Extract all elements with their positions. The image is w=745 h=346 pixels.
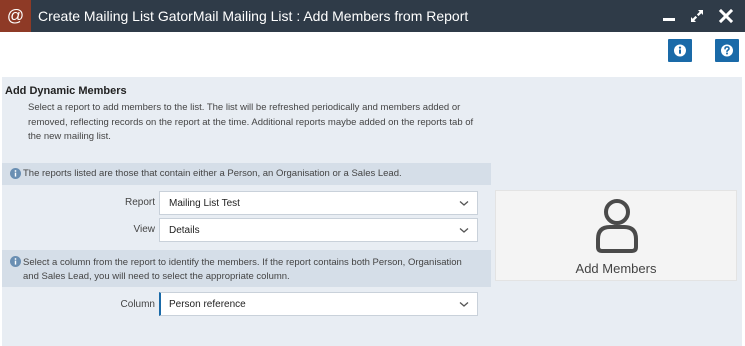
- column-label: Column: [120, 299, 155, 310]
- view-select[interactable]: Details: [159, 218, 478, 242]
- minimize-icon[interactable]: [661, 8, 677, 24]
- close-icon[interactable]: [718, 8, 734, 24]
- section-title: Add Dynamic Members: [5, 85, 127, 97]
- add-members-button[interactable]: Add Members: [495, 190, 737, 281]
- question-icon: [721, 44, 733, 57]
- window-titlebar: @ Create Mailing List GatorMail Mailing …: [0, 0, 745, 32]
- info-circle-icon: [10, 256, 21, 267]
- info-circle-icon: [10, 168, 21, 179]
- window-title: Create Mailing List GatorMail Mailing Li…: [38, 8, 469, 24]
- info-button[interactable]: [668, 39, 692, 62]
- report-select[interactable]: Mailing List Test: [159, 191, 478, 215]
- add-members-label: Add Members: [575, 261, 657, 276]
- column-select[interactable]: Person reference: [159, 292, 478, 316]
- section-description: Select a report to add members to the li…: [28, 102, 474, 142]
- view-label: View: [133, 224, 156, 235]
- help-button[interactable]: [715, 39, 739, 62]
- maximize-icon[interactable]: [689, 8, 705, 24]
- column-note-text: Select a column from the report to ident…: [23, 257, 462, 282]
- column-info-note: Select a column from the report to ident…: [2, 250, 491, 287]
- report-label: Report: [124, 197, 155, 208]
- reports-note-text: The reports listed are those that contai…: [23, 168, 402, 179]
- reports-info-note: The reports listed are those that contai…: [2, 163, 491, 185]
- person-icon: [596, 199, 638, 253]
- chevron-down-icon: [459, 228, 469, 233]
- app-at-icon: @: [0, 0, 31, 32]
- chevron-down-icon: [459, 302, 469, 307]
- column-select-value: Person reference: [169, 299, 246, 310]
- chevron-down-icon: [459, 201, 469, 206]
- view-select-value: Details: [169, 225, 200, 236]
- report-select-value: Mailing List Test: [169, 198, 240, 209]
- info-icon: [674, 44, 686, 57]
